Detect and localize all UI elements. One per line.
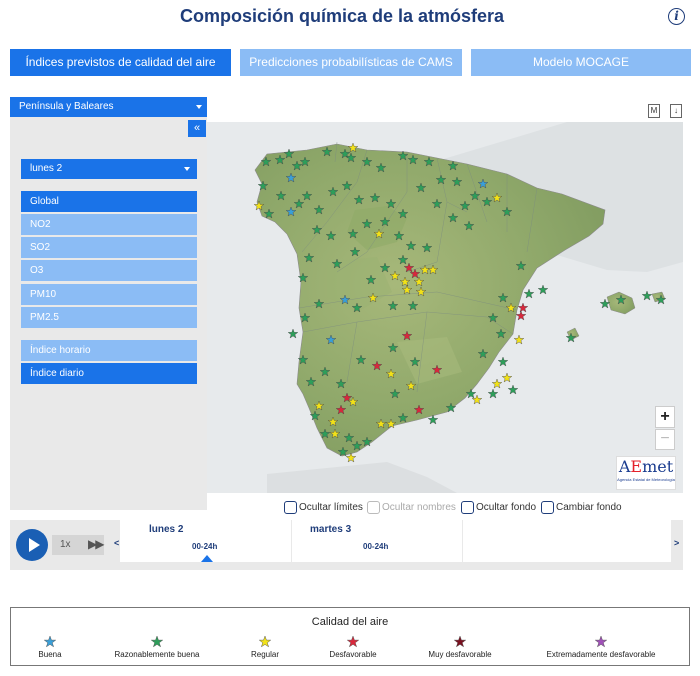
region-select-value: Península y Baleares [19,101,114,112]
play-icon [29,538,40,552]
pollutant-so2[interactable]: SO2 [21,237,197,258]
fast-forward-icon[interactable]: ▶▶ [88,537,105,551]
day-select-value: lunes 2 [30,163,63,174]
change-background-label: Cambiar fondo [556,502,622,514]
pollutant-no2[interactable]: NO2 [21,214,197,235]
zoom-out-button[interactable]: − [655,429,675,450]
tab-indices-calidad-aire[interactable]: Índices previstos de calidad del aire [10,49,231,76]
pollutant-pm25[interactable]: PM2.5 [21,307,197,328]
info-icon[interactable]: i [668,8,685,25]
hide-names-checkbox[interactable]: Ocultar nombres [367,501,456,515]
timeline-day-label: martes 3 [310,524,352,535]
legend-item-extremadamente-desfavorable: Extremadamente desfavorable [536,636,666,659]
pollutant-global[interactable]: Global [21,191,197,212]
timeline-prev-button[interactable]: < [114,538,119,548]
index-daily[interactable]: Índice diario [21,363,197,384]
index-hourly[interactable]: Índice horario [21,340,197,361]
timeline-day-martes[interactable]: martes 3 00-24h [292,520,462,562]
hide-borders-checkbox[interactable]: Ocultar límites [284,501,363,515]
legend-item-muy-desfavorable: Muy desfavorable [418,636,502,659]
legend-item-regular: Regular [242,636,288,659]
change-background-checkbox[interactable]: Cambiar fondo [541,501,622,515]
map-canvas [207,122,683,493]
legend: Calidad del aire Buena Razonablemente bu… [10,607,690,666]
map-tool-button[interactable]: M [648,104,660,118]
zoom-in-button[interactable]: + [655,406,675,428]
hide-background-checkbox[interactable]: Ocultar fondo [461,501,536,515]
speed-value: 1x [60,539,71,550]
tab-modelo-mocage[interactable]: Modelo MOCAGE [471,49,691,76]
star-icon [151,636,163,648]
legend-item-desfavorable: Desfavorable [318,636,388,659]
day-select[interactable]: lunes 2 [21,159,197,179]
star-icon [347,636,359,648]
timeline-next-button[interactable]: > [674,538,679,548]
region-select[interactable]: Península y Baleares [10,97,207,117]
pollutant-pm10[interactable]: PM10 [21,284,197,305]
hide-background-label: Ocultar fondo [476,502,537,514]
timeline-period[interactable]: 00-24h [363,542,388,551]
timeline-current-marker [201,555,213,562]
chevron-down-icon [184,167,190,171]
legend-title: Calidad del aire [311,616,389,628]
star-icon [595,636,607,648]
air-quality-map[interactable] [207,122,683,493]
download-icon[interactable]: ↓ [670,104,682,118]
star-icon [44,636,56,648]
timeline-period[interactable]: 00-24h [192,542,217,551]
aemet-logo: AEmet Agencia Estatal de Meteorología [616,456,676,490]
pollutant-o3[interactable]: O3 [21,260,197,281]
tab-predicciones-cams[interactable]: Predicciones probabilísticas de CAMS [240,49,462,76]
star-icon [454,636,466,648]
legend-item-buena: Buena [32,636,68,659]
timeline-day-label: lunes 2 [149,524,184,535]
page-title: Composición química de la atmósfera [179,6,505,26]
hide-names-label: Ocultar nombres [382,502,456,514]
collapse-sidebar-button[interactable]: « [188,120,206,137]
star-icon [259,636,271,648]
timeline-empty [463,520,671,562]
legend-item-razonablemente-buena: Razonablemente buena [107,636,207,659]
speed-control[interactable]: 1x ▶▶ [52,535,105,555]
chevron-down-icon [196,105,202,109]
hide-borders-label: Ocultar límites [299,502,363,514]
